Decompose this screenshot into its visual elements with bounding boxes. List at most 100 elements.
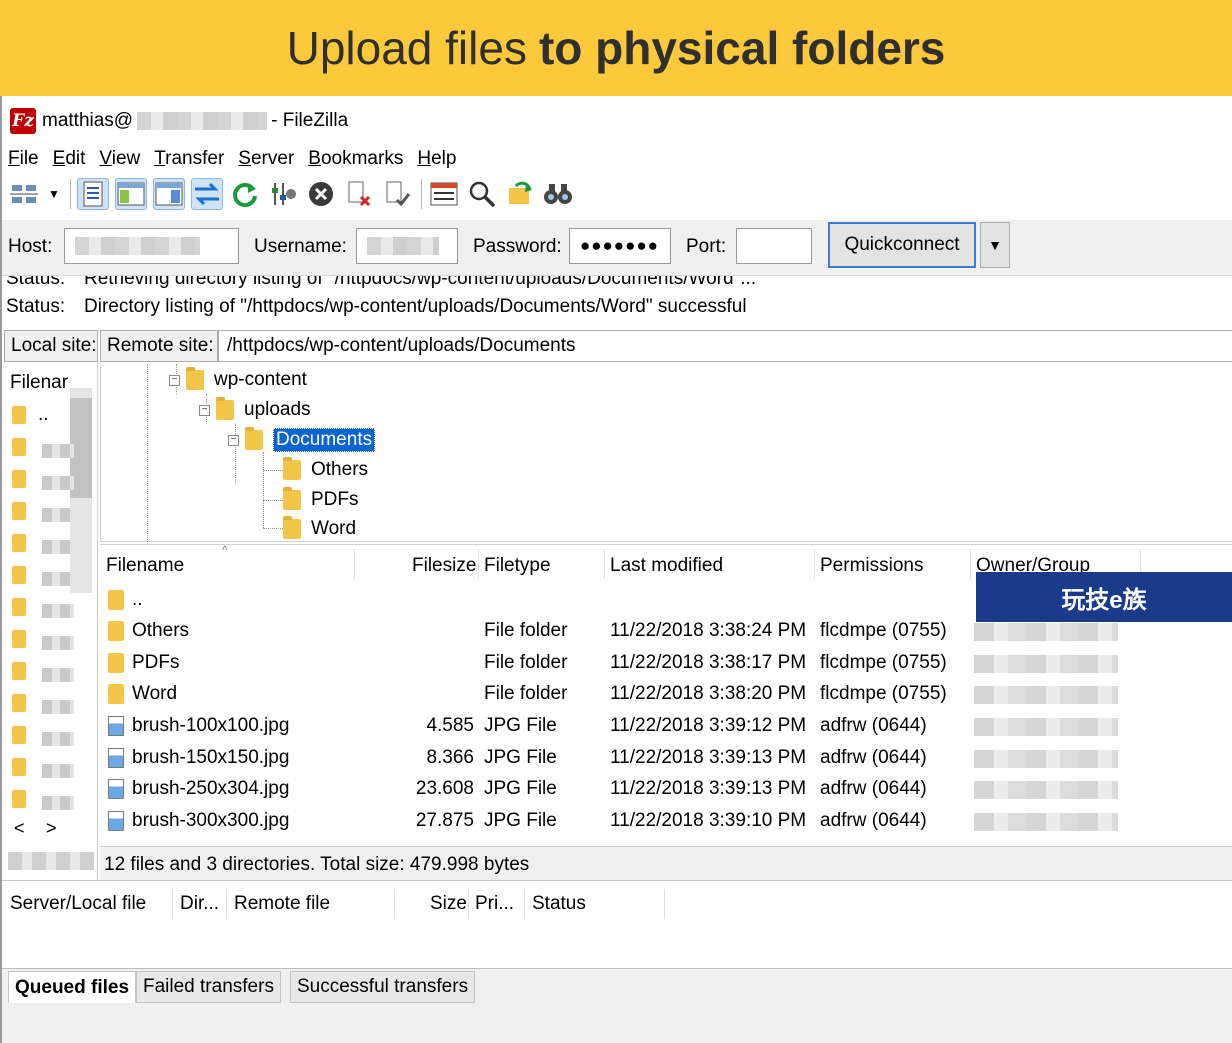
table-row[interactable]: brush-150x150.jpg 8.366 JPG File 11/22/2… [100,743,1232,773]
queue-column-server-local[interactable]: Server/Local file [10,893,146,915]
toolbar: ▼ [2,174,1232,214]
toggle-remote-tree-icon[interactable] [153,178,185,210]
table-row[interactable]: Word File folder 11/22/2018 3:38:20 PM f… [100,679,1232,709]
column-permissions[interactable]: Permissions [820,555,923,577]
list-item[interactable] [12,498,94,526]
header-banner: Upload files to physical folders [0,0,1232,96]
tab-successful-transfers[interactable]: Successful transfers [290,971,476,1003]
folder-icon [108,653,124,673]
list-item[interactable] [12,594,94,622]
dropdown-arrow-icon[interactable]: ▼ [46,178,62,210]
window-app-name: - FileZilla [271,110,349,131]
toolbar-divider [70,179,71,209]
list-item[interactable] [12,562,94,590]
table-row[interactable]: brush-100x100.jpg 4.585 JPG File 11/22/2… [100,711,1232,741]
host-input[interactable] [64,228,239,264]
list-item[interactable] [12,626,94,654]
menu-bar: File Edit View Transfer Server Bookmarks… [8,148,456,170]
image-file-icon [108,811,124,831]
list-item[interactable]: .. [12,402,94,430]
transfer-queue: Server/Local file Dir... Remote file Siz… [2,880,1232,968]
queue-column-size[interactable]: Size [430,893,467,915]
log-line: Status: Directory listing of "/httpdocs/w… [6,296,747,317]
menu-bookmarks[interactable]: Bookmarks [308,148,403,170]
sync-browse-icon[interactable] [504,178,536,210]
queue-column-direction[interactable]: Dir... [180,893,219,915]
column-last-modified[interactable]: Last modified [610,555,723,577]
disconnect-icon[interactable] [343,178,375,210]
local-site-label: Local site: [4,330,98,362]
menu-file[interactable]: File [8,148,39,170]
list-item[interactable] [12,658,94,686]
remote-directory-tree: − wp-content − uploads − Documents Others P… [100,364,1232,542]
toggle-local-tree-icon[interactable] [115,178,147,210]
filezilla-logo-icon: Fz [10,108,36,134]
queue-tabs: Queued files Failed transfers Successful… [2,968,1232,1043]
menu-transfer[interactable]: Transfer [154,148,224,170]
scroll-right-button[interactable]: > [46,818,57,839]
site-manager-icon[interactable] [8,178,40,210]
redacted-host [137,112,268,130]
column-filesize[interactable]: Filesize [412,555,476,577]
refresh-icon[interactable] [229,178,261,210]
toggle-log-icon[interactable] [77,178,109,210]
watermark-logo: 玩技e族 [976,572,1232,622]
tree-node-wp-content[interactable]: − wp-content [169,366,307,394]
folder-icon [108,590,124,610]
remote-path-input[interactable]: /httpdocs/wp-content/uploads/Documents [218,330,1232,362]
scroll-left-button[interactable]: < [14,818,25,839]
username-input[interactable] [356,228,458,264]
menu-edit[interactable]: Edit [53,148,86,170]
table-row[interactable]: brush-300x300.jpg 27.875 JPG File 11/22/… [100,806,1232,836]
sort-ascending-icon: ^ [222,543,228,557]
remote-status-summary: 12 files and 3 directories. Total size: … [100,846,1232,882]
table-row[interactable]: PDFs File folder 11/22/2018 3:38:17 PM f… [100,648,1232,678]
directory-listing-icon[interactable] [428,178,460,210]
image-file-icon [108,716,124,736]
menu-help[interactable]: Help [417,148,456,170]
banner-text-bold: to physical folders [538,22,946,74]
queue-column-remote-file[interactable]: Remote file [234,893,330,915]
folder-icon [108,684,124,704]
toggle-queue-icon[interactable] [191,178,223,210]
list-item[interactable] [12,530,94,558]
quickconnect-button[interactable]: Quickconnect [828,222,976,268]
list-item[interactable] [12,754,94,782]
column-filename[interactable]: Filename [106,555,184,577]
tree-node-uploads[interactable]: − uploads [199,396,311,424]
image-file-icon [108,748,124,768]
menu-server[interactable]: Server [238,148,294,170]
compare-icon[interactable] [542,178,574,210]
toolbar-divider [421,179,422,209]
filezilla-window: Fz matthias@ - FileZilla File Edit View … [0,96,1232,1043]
local-filename-header[interactable]: Filenar [10,372,68,394]
port-input[interactable] [736,228,812,264]
filter-settings-icon[interactable] [267,178,299,210]
reconnect-icon[interactable] [381,178,413,210]
list-item[interactable] [12,690,94,718]
menu-view[interactable]: View [99,148,140,170]
password-input[interactable]: ●●●●●●● [569,228,671,264]
remote-site-label: Remote site: [100,330,218,362]
list-item[interactable] [12,786,94,814]
tab-failed-transfers[interactable]: Failed transfers [136,971,281,1003]
queue-column-priority[interactable]: Pri... [475,893,514,915]
queue-column-status[interactable]: Status [532,893,586,915]
quickconnect-dropdown[interactable]: ▼ [980,222,1010,268]
list-item[interactable] [12,434,94,462]
tree-node-word[interactable]: Word [283,515,356,543]
tree-node-documents[interactable]: − Documents [228,426,376,454]
banner-text-regular: Upload files [286,22,527,74]
port-label: Port: [686,236,727,257]
table-row[interactable]: brush-250x304.jpg 23.608 JPG File 11/22/… [100,774,1232,804]
cancel-icon[interactable] [305,178,337,210]
password-label: Password: [473,236,562,257]
search-icon[interactable] [466,178,498,210]
tree-node-pdfs[interactable]: PDFs [283,486,359,514]
list-item[interactable] [12,722,94,750]
column-filetype[interactable]: Filetype [484,555,551,577]
window-user: matthias@ [42,110,134,131]
tab-queued-files[interactable]: Queued files [8,971,137,1003]
tree-node-others[interactable]: Others [283,456,368,484]
list-item[interactable] [12,466,94,494]
